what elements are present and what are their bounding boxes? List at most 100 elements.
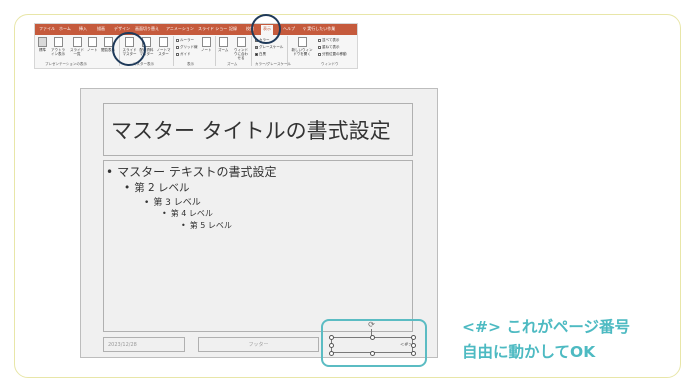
fit-window-label: ウィンドウに合わせる (234, 48, 248, 60)
callout-line-1: <#> これがページ番号 (462, 318, 631, 336)
zoom-button[interactable]: ズーム (218, 37, 228, 52)
tab-record[interactable]: 記録 (229, 26, 237, 32)
text-level-3: • 第 3 レベル (144, 195, 201, 208)
group-label-presentation-views: プレゼンテーションの表示 (45, 62, 87, 66)
slide-sorter-button[interactable]: スライド一覧 (70, 37, 84, 56)
tab-draw[interactable]: 描画 (97, 26, 105, 32)
ruler-checkbox[interactable]: ルーラー (176, 38, 194, 42)
new-window-button[interactable]: 新しいウィンドウを開く (291, 37, 313, 56)
tell-me-search[interactable]: ⚲ 実行したい作業 (303, 26, 335, 32)
cascade-icon (318, 45, 321, 49)
tell-me-label: 実行したい作業 (307, 26, 336, 31)
gridlines-label: グリッド線 (180, 45, 198, 49)
guides-checkbox[interactable]: ガイド (176, 52, 191, 56)
footer-placeholder[interactable]: フッター (198, 337, 319, 352)
tab-insert[interactable]: 挿入 (79, 26, 87, 32)
tab-transitions[interactable]: 画面切り替え (135, 26, 159, 32)
notes-icon (201, 37, 211, 47)
notes-toggle-label: ノート (201, 48, 212, 52)
ribbon-separator (215, 36, 216, 66)
fit-window-icon (236, 37, 246, 47)
bullet: • (106, 165, 114, 179)
move-split-button[interactable]: 分割位置の移動 (318, 52, 347, 56)
tab-slideshow[interactable]: スライド ショー (198, 26, 227, 32)
bullet: • (181, 221, 186, 230)
zoom-label: ズーム (218, 48, 229, 52)
level-4-text: 第 4 レベル (170, 209, 213, 218)
bw-mode-button[interactable]: 白黒 (255, 52, 266, 56)
arrange-icon (318, 38, 321, 42)
group-label-show: 表示 (187, 62, 194, 66)
bullet: • (162, 209, 167, 218)
group-label-zoom: ズーム (227, 62, 238, 66)
title-placeholder[interactable]: マスター タイトルの書式設定 (103, 103, 413, 156)
checkbox-icon (176, 45, 179, 49)
gridlines-checkbox[interactable]: グリッド線 (176, 45, 198, 49)
cascade-button[interactable]: 重ねて表示 (318, 45, 340, 49)
notes-page-button[interactable]: ノート (87, 37, 98, 52)
notes-page-icon (87, 37, 97, 47)
normal-view-button[interactable]: 標準 (38, 37, 47, 52)
tab-animations[interactable]: アニメーション (166, 26, 194, 32)
new-window-icon (297, 37, 307, 47)
text-level-5: • 第 5 レベル (181, 220, 232, 231)
slide-master-canvas[interactable]: マスター タイトルの書式設定 • マスター テキストの書式設定 • 第 2 レベル … (80, 88, 438, 358)
reading-view-icon (103, 37, 113, 47)
slide-sorter-label: スライド一覧 (70, 48, 84, 56)
normal-view-icon (38, 37, 47, 47)
level-5-text: 第 5 レベル (189, 221, 232, 230)
footer-text: フッター (248, 342, 269, 348)
arrange-all-button[interactable]: 並べて表示 (318, 38, 339, 42)
tab-home[interactable]: ホーム (59, 26, 71, 32)
date-placeholder[interactable]: 2023/12/28 (103, 337, 185, 352)
arrange-all-label: 並べて表示 (322, 38, 340, 42)
notes-master-button[interactable]: ノートマスター (156, 37, 171, 56)
fit-window-button[interactable]: ウィンドウに合わせる (233, 37, 249, 60)
outline-view-icon (53, 37, 63, 47)
bw-mode-label: 白黒 (259, 52, 266, 56)
checkbox-icon (176, 52, 179, 56)
notes-page-label: ノート (87, 48, 98, 52)
slide-master-highlight-circle (112, 32, 146, 66)
level-1-text: マスター テキストの書式設定 (117, 165, 277, 179)
black-white-icon (255, 52, 258, 56)
group-label-window: ウィンドウ (321, 62, 339, 66)
split-icon (318, 52, 321, 56)
grayscale-label: グレースケール (259, 45, 284, 49)
new-window-label: 新しいウィンドウを開く (291, 48, 313, 56)
outline-view-label: アウトライン表示 (51, 48, 65, 56)
notes-master-label: ノートマスター (156, 48, 171, 56)
body-text-placeholder[interactable]: • マスター テキストの書式設定 • 第 2 レベル • 第 3 レベル • 第 4 レ… (103, 160, 413, 332)
title-text: マスター タイトルの書式設定 (111, 118, 391, 143)
move-split-label: 分割位置の移動 (322, 52, 347, 56)
outline-view-button[interactable]: アウトライン表示 (50, 37, 66, 56)
slide-sorter-icon (72, 37, 82, 47)
text-level-1: • マスター テキストの書式設定 (106, 163, 277, 180)
cascade-label: 重ねて表示 (322, 45, 340, 49)
level-2-text: 第 2 レベル (134, 182, 190, 194)
bullet: • (124, 182, 131, 194)
text-level-2: • 第 2 レベル (124, 180, 190, 195)
view-tab-highlight-circle (251, 14, 281, 44)
zoom-icon (218, 37, 228, 47)
grayscale-mode-button[interactable]: グレースケール (255, 45, 283, 49)
tab-help[interactable]: ヘルプ (283, 26, 295, 32)
grayscale-icon (255, 45, 258, 49)
tab-file[interactable]: ファイル (39, 26, 55, 32)
bullet: • (144, 198, 150, 208)
ruler-label: ルーラー (180, 38, 194, 42)
notes-master-icon (159, 37, 168, 47)
guides-label: ガイド (180, 52, 191, 56)
callout-line-2: 自由に動かしてOK (462, 343, 596, 361)
ribbon: ファイル ホーム 挿入 描画 デザイン 画面切り替え アニメーション スライド … (34, 23, 358, 69)
level-3-text: 第 3 レベル (153, 198, 201, 208)
notes-toggle-button[interactable]: ノート (201, 37, 212, 52)
ribbon-separator (173, 36, 174, 66)
group-label-color: カラー/グレースケール (255, 62, 292, 66)
page-number-highlight-box (321, 319, 427, 367)
text-level-4: • 第 4 レベル (162, 208, 213, 219)
ribbon-separator (251, 36, 252, 66)
checkbox-icon (176, 38, 179, 42)
normal-view-label: 標準 (39, 48, 46, 52)
date-text: 2023/12/28 (108, 341, 137, 348)
